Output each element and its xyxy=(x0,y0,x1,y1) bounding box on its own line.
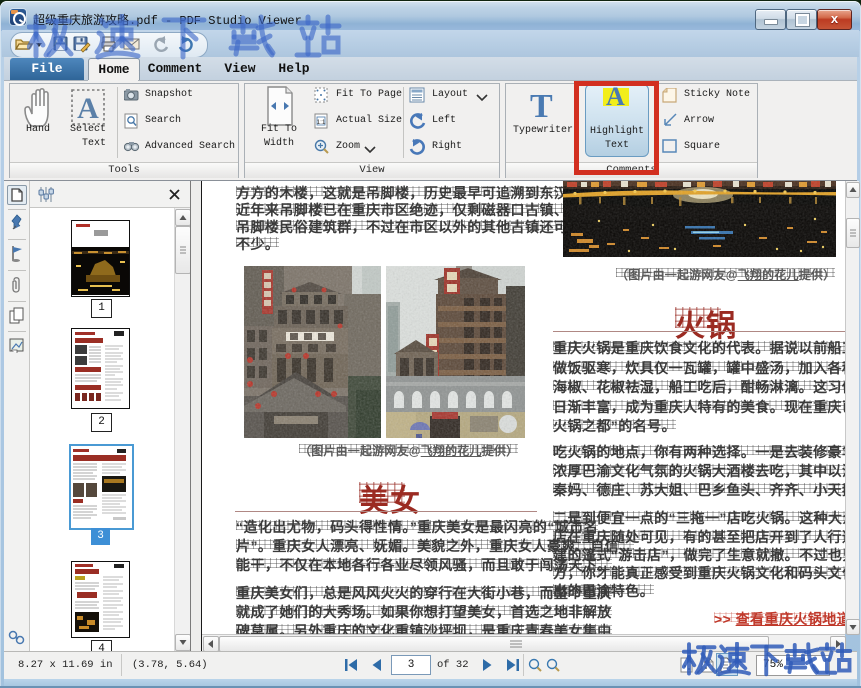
svg-text:A: A xyxy=(77,92,99,125)
svg-text:1:1: 1:1 xyxy=(316,119,325,126)
